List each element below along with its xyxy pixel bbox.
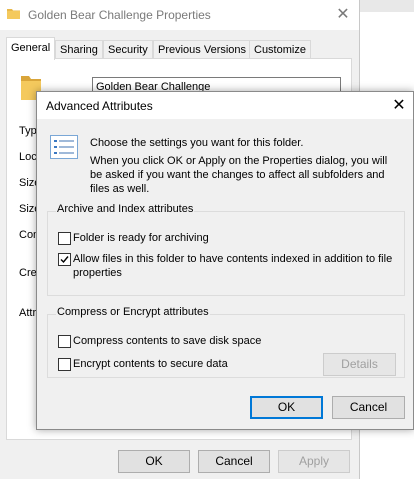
encrypt-checkbox[interactable] [58,358,71,371]
location-label: Loc [19,151,37,163]
close-icon[interactable]: ✕ [334,6,352,24]
archive-checkbox-label: Folder is ready for archiving [73,232,209,244]
index-checkbox[interactable] [58,253,71,266]
tab-previous-versions[interactable]: Previous Versions [153,40,252,59]
compress-checkbox-label: Compress contents to save disk space [73,335,262,347]
encrypt-checkbox-label: Encrypt contents to secure data [73,358,228,370]
tab-general[interactable]: General [6,37,56,60]
created-label: Cre [19,267,37,279]
advanced-attributes-dialog: Advanced Attributes ✕ Choose the setting… [36,91,414,430]
archive-checkbox[interactable] [58,232,71,245]
tab-security[interactable]: Security [103,40,153,59]
checkmark-icon [60,256,69,264]
apply-button[interactable]: Apply [278,450,350,473]
tab-sharing[interactable]: Sharing [55,40,103,59]
close-icon[interactable]: ✕ [389,96,409,116]
intro-description: When you click OK or Apply on the Proper… [90,155,388,195]
type-label: Typ [19,125,37,137]
dialog-intro: Choose the settings you want for this fo… [90,136,400,196]
ok-button[interactable]: OK [118,450,190,473]
intro-heading: Choose the settings you want for this fo… [90,137,304,149]
details-button[interactable]: Details [323,353,396,376]
dialog-titlebar: Advanced Attributes ✕ [37,92,413,119]
dialog-title: Advanced Attributes [46,99,153,113]
ok-button[interactable]: OK [250,396,323,419]
desktop-background [360,0,414,12]
folder-icon [7,9,20,19]
cancel-button[interactable]: Cancel [198,450,270,473]
settings-list-icon [50,135,78,159]
properties-titlebar: Golden Bear Challenge Properties ✕ [0,0,359,30]
index-checkbox-label: Allow files in this folder to have conte… [73,253,393,279]
properties-title: Golden Bear Challenge Properties [28,8,211,22]
tab-customize[interactable]: Customize [249,40,311,59]
attributes-label: Attr [19,307,37,319]
compress-encrypt-group-label: Compress or Encrypt attributes [56,306,210,318]
archive-index-group-label: Archive and Index attributes [56,203,195,215]
compress-checkbox[interactable] [58,335,71,348]
cancel-button[interactable]: Cancel [332,396,405,419]
